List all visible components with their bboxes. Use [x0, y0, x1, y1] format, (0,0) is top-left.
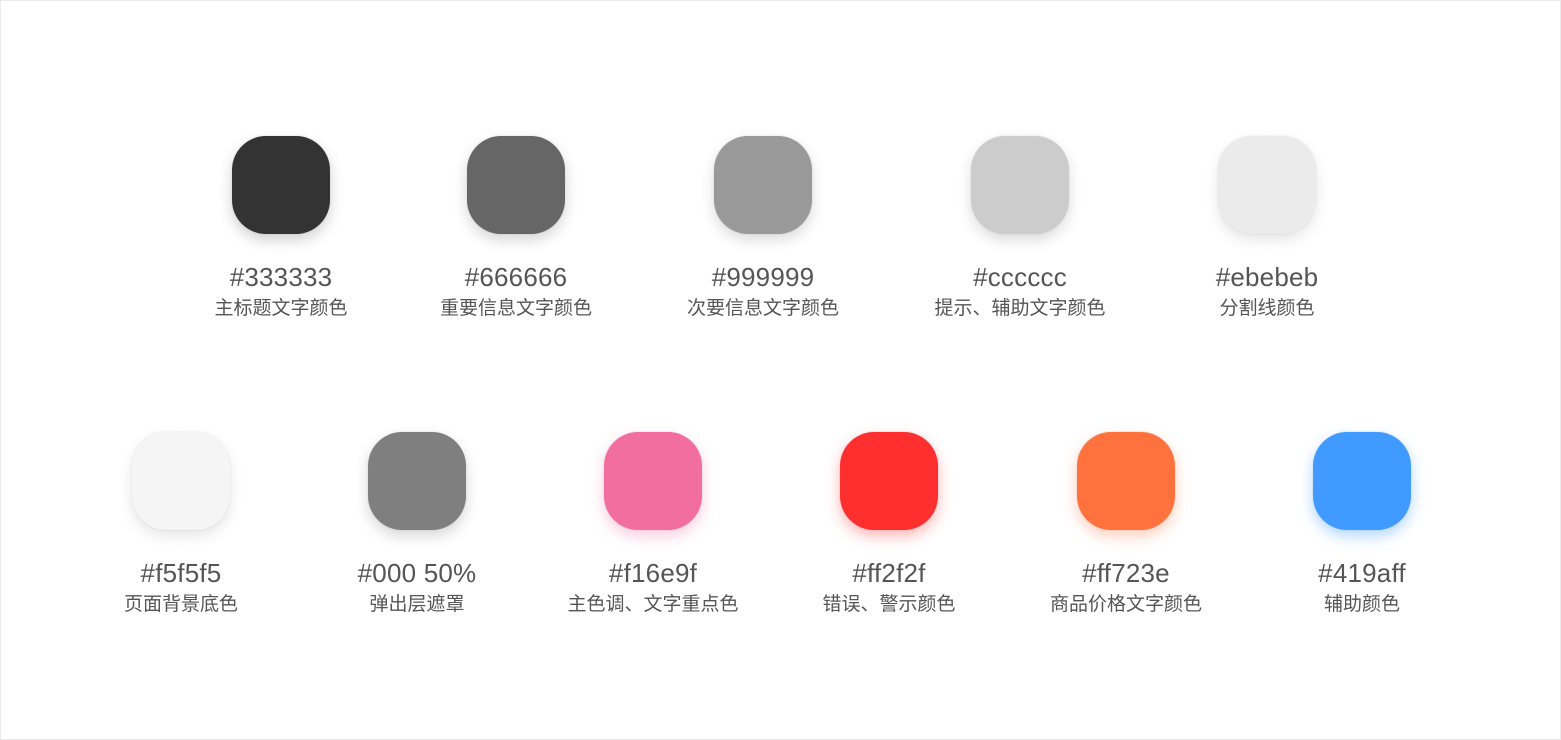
color-description: 主色调、文字重点色 [567, 593, 739, 615]
swatch-666666: #666666 重要信息文字颜色 [416, 136, 616, 320]
color-description: 弹出层遮罩 [369, 593, 465, 615]
color-chip [604, 432, 702, 530]
color-description: 页面背景底色 [123, 593, 238, 615]
hex-code: #ebebeb [1215, 262, 1319, 292]
swatch-ff2f2f: #ff2f2f 错误、警示颜色 [789, 432, 989, 616]
color-description: 商品价格文字颜色 [1049, 593, 1202, 615]
color-chip [971, 136, 1069, 234]
color-chip [368, 432, 466, 530]
color-description: 重要信息文字颜色 [439, 297, 592, 319]
hex-code: #ff2f2f [852, 558, 926, 588]
swatch-333333: #333333 主标题文字颜色 [181, 136, 381, 320]
color-chip [714, 136, 812, 234]
hex-code: #f16e9f [608, 558, 698, 588]
swatch-cccccc: #cccccc 提示、辅助文字颜色 [920, 136, 1120, 320]
hex-code: #f5f5f5 [140, 558, 222, 588]
hex-code: #333333 [229, 262, 333, 292]
color-description: 次要信息文字颜色 [686, 297, 839, 319]
color-description: 错误、警示颜色 [822, 593, 956, 615]
swatch-419aff: #419aff 辅助颜色 [1262, 432, 1462, 616]
swatch-mask-50: #000 50% 弹出层遮罩 [317, 432, 517, 616]
color-description: 主标题文字颜色 [214, 297, 348, 319]
palette-panel: #333333 主标题文字颜色 #666666 重要信息文字颜色 #999999… [0, 0, 1561, 740]
color-chip [1218, 136, 1316, 234]
swatch-ebebeb: #ebebeb 分割线颜色 [1167, 136, 1367, 320]
color-chip [467, 136, 565, 234]
color-chip [132, 432, 230, 530]
color-chip [232, 136, 330, 234]
color-chip [840, 432, 938, 530]
color-chip [1077, 432, 1175, 530]
swatch-f5f5f5: #f5f5f5 页面背景底色 [81, 432, 281, 616]
hex-code: #ff723e [1082, 558, 1170, 588]
color-chip [1313, 432, 1411, 530]
color-description: 辅助颜色 [1323, 593, 1400, 615]
color-description: 分割线颜色 [1219, 297, 1315, 319]
hex-code: #000 50% [357, 558, 477, 588]
hex-code: #419aff [1318, 558, 1406, 588]
hex-code: #cccccc [973, 262, 1067, 292]
swatch-999999: #999999 次要信息文字颜色 [663, 136, 863, 320]
hex-code: #666666 [464, 262, 568, 292]
hex-code: #999999 [711, 262, 815, 292]
swatch-ff723e: #ff723e 商品价格文字颜色 [1026, 432, 1226, 616]
color-description: 提示、辅助文字颜色 [934, 297, 1106, 319]
swatch-f16e9f: #f16e9f 主色调、文字重点色 [553, 432, 753, 616]
